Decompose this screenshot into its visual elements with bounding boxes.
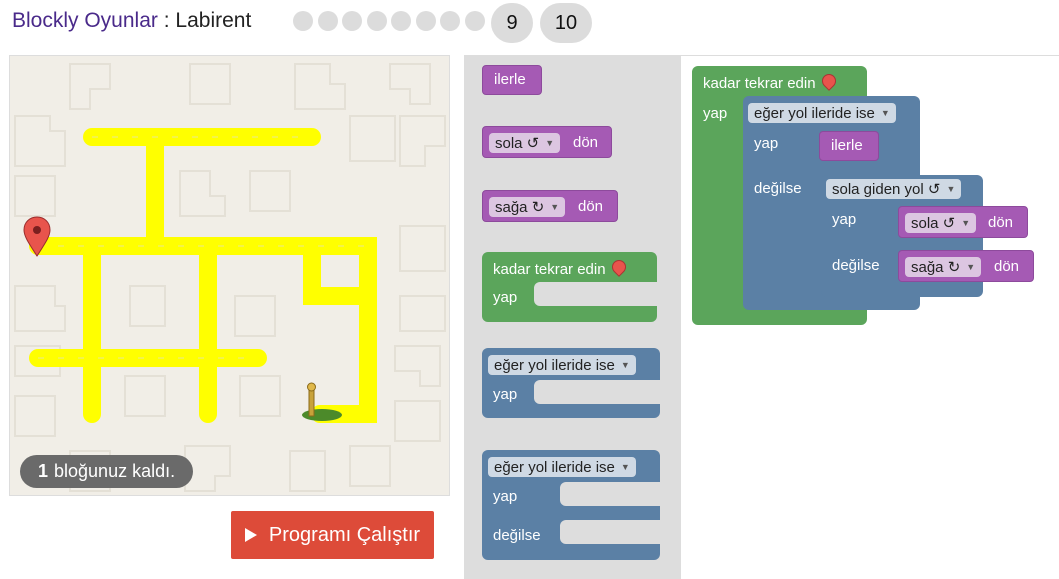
ifelse-dropdown[interactable]: eğer yol ileride ise ▼ [488, 457, 636, 477]
turn-right-dropdown[interactable]: sağa ↻ ▼ [905, 257, 982, 277]
turn-left-dropdown[interactable]: sola ↺ ▼ [489, 133, 561, 153]
turn-right-dropdown[interactable]: sağa ↻ ▼ [489, 197, 566, 217]
chevron-down-icon: ▼ [961, 218, 971, 228]
do-label: yap [493, 289, 518, 306]
level-dot[interactable] [342, 11, 362, 31]
block-label: dön [994, 258, 1020, 275]
chevron-down-icon: ▼ [545, 138, 555, 148]
toolbox: ilerle sola ↺ ▼ dön sağa ↻ ▼ dön kadar tek… [464, 56, 681, 579]
level-dot[interactable] [440, 11, 460, 31]
level-dot[interactable] [464, 11, 485, 31]
level-9-button[interactable]: 9 [491, 3, 533, 43]
block-label: kadar tekrar edin [493, 257, 629, 278]
level-dot[interactable] [317, 11, 338, 31]
capacity-badge: 1 bloğunuz kaldı. [20, 455, 194, 488]
toolbox-forward-block[interactable]: ilerle [482, 65, 542, 95]
turn-left-dropdown[interactable]: sola ↺ ▼ [905, 213, 977, 233]
left-path-dropdown[interactable]: sola giden yol ↺ ▼ [826, 179, 962, 199]
chevron-down-icon: ▼ [550, 202, 560, 212]
statement-slot[interactable] [560, 482, 660, 506]
toolbox-repeat-block[interactable]: kadar tekrar edin yap [482, 252, 657, 322]
chevron-down-icon: ▼ [880, 108, 890, 118]
do-label: yap [703, 105, 728, 122]
workspace: kadar tekrar edin yap eğer yol ileride i… [681, 56, 1059, 579]
do-label: yap [493, 386, 518, 403]
block-label: ilerle [494, 71, 526, 88]
block-label: dön [578, 198, 604, 215]
marker-icon [818, 71, 839, 91]
chevron-down-icon: ▼ [946, 184, 956, 194]
if-dropdown[interactable]: eğer yol ileride ise ▼ [748, 103, 896, 123]
level-dot[interactable] [391, 11, 411, 31]
level-dot[interactable] [293, 11, 313, 31]
chevron-down-icon: ▼ [620, 462, 630, 472]
level-dot[interactable] [366, 11, 387, 31]
block-label: kadar tekrar edin [703, 71, 839, 92]
level-dot[interactable] [415, 11, 436, 31]
do-label: yap [832, 211, 857, 228]
title-separator: : [157, 9, 176, 32]
else-label: değilse [832, 257, 880, 274]
else-label: değilse [493, 527, 541, 544]
run-button-label: Programı Çalıştır [268, 523, 421, 546]
block-label: dön [573, 134, 599, 151]
chevron-down-icon: ▼ [620, 360, 630, 370]
do-label: yap [754, 135, 779, 152]
else-label: değilse [754, 180, 802, 197]
if-dropdown[interactable]: eğer yol ileride ise ▼ [488, 355, 636, 375]
page-title: Blockly Oyunlar : Labirent [12, 9, 251, 33]
header: Blockly Oyunlar : Labirent 9 10 [0, 0, 1059, 46]
chevron-down-icon: ▼ [966, 262, 976, 272]
toolbox-turn-left-block[interactable]: sola ↺ ▼ dön [482, 126, 612, 158]
toolbox-turn-right-block[interactable]: sağa ↻ ▼ dön [482, 190, 618, 222]
workspace-turn-right-block[interactable]: sağa ↻ ▼ dön [898, 250, 1034, 282]
level-dots [293, 11, 485, 31]
play-icon [244, 528, 257, 542]
statement-slot[interactable] [534, 380, 660, 404]
toolbox-ifelse-block[interactable]: eğer yol ileride ise ▼ yap değilse [482, 450, 660, 560]
maze-path [29, 128, 377, 423]
toolbox-if-block[interactable]: eğer yol ileride ise ▼ yap [482, 348, 660, 418]
capacity-count: 1 [38, 461, 49, 481]
capacity-text: bloğunuz kaldı. [54, 461, 176, 481]
run-program-button[interactable]: Programı Çalıştır [231, 511, 434, 559]
statement-slot[interactable] [534, 282, 657, 306]
maze-drawing [14, 63, 446, 492]
finish-flag-icon [302, 382, 342, 421]
app-name-link[interactable]: Blockly Oyunlar [12, 9, 158, 32]
block-label: dön [988, 214, 1014, 231]
marker-icon [608, 257, 629, 277]
maze-canvas: 1 bloğunuz kaldı. [9, 55, 450, 496]
level-10-button[interactable]: 10 [540, 3, 592, 43]
block-label: ilerle [831, 137, 863, 154]
workspace-forward-block[interactable]: ilerle [819, 131, 879, 161]
game-name: Labirent [175, 9, 252, 32]
else-slot[interactable] [560, 520, 660, 544]
workspace-turn-left-block[interactable]: sola ↺ ▼ dön [898, 206, 1028, 238]
do-label: yap [493, 488, 518, 505]
